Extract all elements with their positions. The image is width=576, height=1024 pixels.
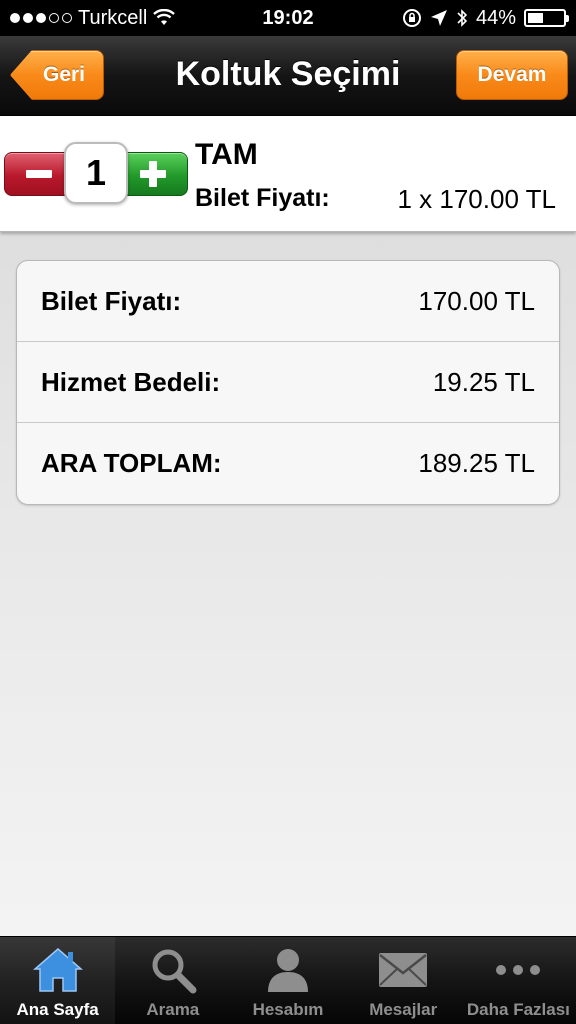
ticket-price-label: Bilet Fiyatı: [195,184,330,212]
tab-label: Arama [146,1000,200,1019]
battery-percent: 44% [475,6,516,29]
summary-value: 19.25 TL [432,366,535,397]
quantity-stepper: 1 [4,142,188,204]
ticket-type-label: TAM [195,138,258,171]
plus-icon [140,161,166,187]
summary-value: 170.00 TL [418,285,535,316]
rotation-lock-icon [402,9,421,27]
tab-home[interactable]: Ana Sayfa [0,937,116,1024]
summary-row-ticket-price: Bilet Fiyatı: 170.00 TL [17,261,559,342]
ticket-price-value: 1 x 170.00 TL [397,184,556,214]
tab-messages[interactable]: Mesajlar [346,937,461,1024]
bluetooth-icon [457,9,468,27]
status-right: 44% [402,6,569,30]
tab-more[interactable]: Daha Fazlası [461,937,576,1024]
summary-value: 189.25 TL [418,448,535,478]
summary-row-subtotal: ARA TOPLAM: 189.25 TL [17,423,559,504]
summary-row-service-fee: Hizmet Bedeli: 19.25 TL [17,342,559,423]
minus-icon [26,170,52,178]
summary-label: Bilet Fiyatı: [41,285,182,316]
summary-label: Hizmet Bedeli: [41,366,221,397]
continue-button[interactable]: Devam [456,50,568,100]
battery-icon [524,9,569,27]
status-bar: Turkcell 19:02 44% [0,0,576,36]
wifi-icon [153,9,176,25]
quantity-value: 1 [64,142,128,204]
tab-bar: Ana Sayfa Arama Hesabım Mesajlar Daha Fa… [0,936,576,1024]
tab-label: Hesabım [252,1000,324,1019]
navigation-bar: Koltuk Seçimi Geri Devam [0,36,576,116]
tab-label: Ana Sayfa [16,1000,99,1019]
carrier-name: Turkcell [78,6,148,29]
envelope-icon [375,942,431,998]
increase-button[interactable] [118,152,188,196]
summary-label: ARA TOPLAM: [41,448,222,478]
tab-label: Daha Fazlası [466,1000,570,1019]
price-summary-table: Bilet Fiyatı: 170.00 TL Hizmet Bedeli: 1… [16,260,560,505]
more-icon [490,942,546,998]
tab-label: Mesajlar [369,1000,438,1019]
home-icon [30,942,86,998]
search-icon [145,942,201,998]
tab-search[interactable]: Arama [115,937,230,1024]
user-icon [260,942,316,998]
tab-account[interactable]: Hesabım [230,937,345,1024]
battery-fill [528,13,543,23]
signal-strength-icon [10,13,72,23]
location-arrow-icon [430,10,447,26]
status-left: Turkcell [10,7,402,30]
